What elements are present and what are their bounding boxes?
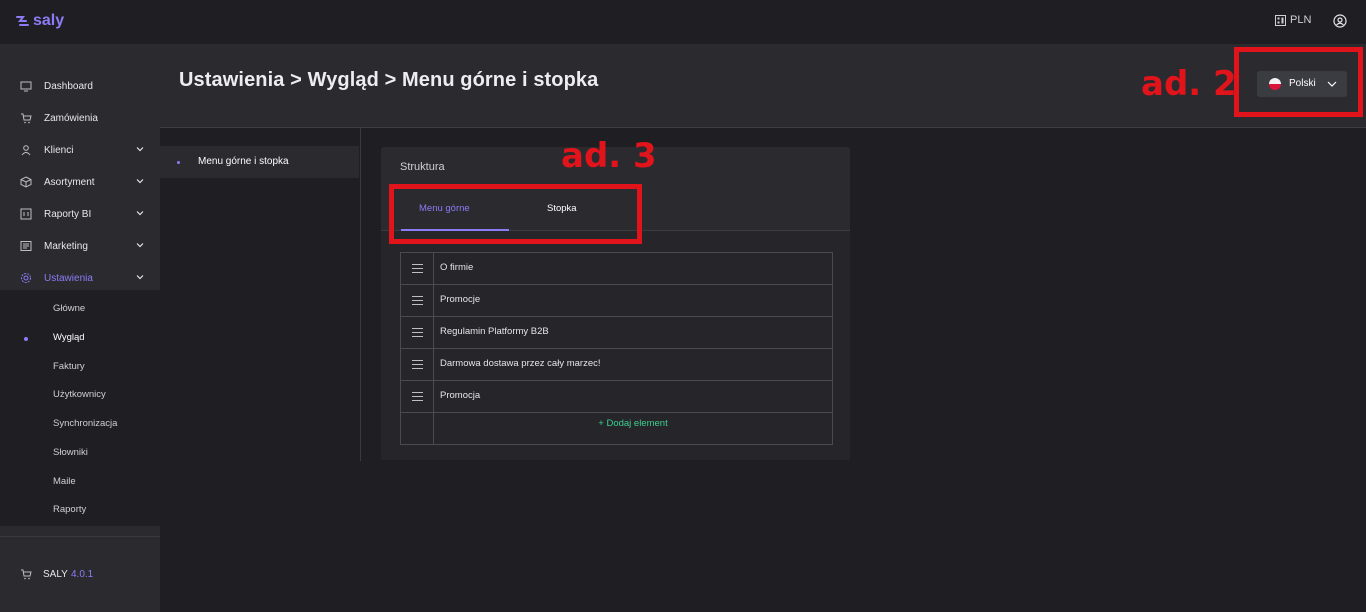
sidebar: Dashboard Zamówienia Klienci Asortyment …: [0, 44, 160, 612]
submenu-item-users[interactable]: Użytkownicy: [53, 389, 106, 400]
saly-logo[interactable]: saly: [16, 12, 64, 30]
submenu-item-sync[interactable]: Synchronizacja: [53, 418, 117, 429]
chevron-down-icon: [136, 147, 144, 152]
logo-text: saly: [33, 12, 65, 29]
submenu-item-appearance[interactable]: Wygląd: [53, 332, 85, 343]
list-item-label: Promocja: [440, 390, 481, 401]
currency-icon: [1275, 14, 1286, 26]
sidebar-item-orders[interactable]: Zamówienia: [0, 104, 160, 132]
list-item-label: Promocje: [440, 294, 481, 305]
app-name: SALY: [43, 568, 68, 580]
sidebar-item-dashboard[interactable]: Dashboard: [0, 72, 160, 100]
report-icon: [20, 208, 32, 220]
sidebar-item-marketing[interactable]: Marketing: [0, 232, 160, 260]
chevron-down-icon: [136, 243, 144, 248]
currency-selector[interactable]: PLN: [1275, 14, 1311, 26]
chevron-down-icon: [136, 275, 144, 280]
sidebar-item-label: Marketing: [44, 240, 88, 252]
annotation-label-ad2: ad. 2: [1141, 64, 1237, 104]
secondary-sidebar: Menu górne i stopka: [160, 127, 361, 461]
drag-handle-icon[interactable]: [401, 317, 434, 348]
cart-icon: [21, 113, 32, 124]
app-version: 4.0.1: [71, 568, 94, 580]
box-icon: [20, 176, 32, 188]
drag-handle-icon[interactable]: [401, 349, 434, 380]
newspaper-icon: [20, 241, 32, 251]
sidebar-item-settings[interactable]: Ustawienia: [0, 264, 160, 292]
sidebar-footer-version: SALY 4.0.1: [0, 560, 160, 588]
list-item[interactable]: O firmie: [401, 253, 832, 285]
list-item-label: O firmie: [440, 262, 474, 273]
menu-items-table: O firmie Promocje Regulamin Platformy B2…: [400, 252, 833, 445]
active-indicator: [177, 161, 180, 164]
sidebar-item-label: Raporty BI: [44, 208, 92, 220]
chevron-down-icon: [136, 179, 144, 184]
sidebar-item-label: Zamówienia: [44, 112, 98, 124]
top-bar: saly PLN: [0, 0, 1366, 44]
sidebar-item-label: Ustawienia: [44, 272, 93, 284]
sidebar-divider: [0, 536, 160, 537]
sidebar-item-reports-bi[interactable]: Raporty BI: [0, 200, 160, 228]
user-account-button[interactable]: [1333, 14, 1347, 33]
sidebar-item-label: Asortyment: [44, 176, 95, 188]
submenu-item-main[interactable]: Główne: [53, 303, 85, 314]
currency-label: PLN: [1290, 14, 1312, 26]
submenu-item-emails[interactable]: Maile: [53, 476, 76, 487]
list-item[interactable]: Promocje: [401, 285, 832, 317]
list-item[interactable]: Darmowa dostawa przez cały marzec!: [401, 349, 832, 381]
list-item[interactable]: Promocja: [401, 381, 832, 413]
gear-icon: [21, 273, 31, 283]
logo-mark-icon: [16, 16, 29, 26]
submenu-item-reports[interactable]: Raporty: [53, 504, 86, 515]
list-item-label: Regulamin Platformy B2B: [440, 326, 549, 337]
sidebar-item-assortment[interactable]: Asortyment: [0, 168, 160, 196]
sidebar-item-label: Dashboard: [44, 80, 93, 92]
list-item-label: Darmowa dostawa przez cały marzec!: [440, 358, 601, 369]
user-icon: [21, 145, 31, 156]
subsidebar-item-label: Menu górne i stopka: [198, 156, 289, 167]
drag-handle-icon[interactable]: [401, 285, 434, 316]
annotation-box-ad3: [389, 184, 642, 244]
page-title: Ustawienia > Wygląd > Menu górne i stopk…: [179, 69, 599, 91]
chevron-down-icon: [136, 211, 144, 216]
settings-submenu: Główne Wygląd Faktury Użytkownicy Synchr…: [0, 290, 160, 526]
add-element-row: + Dodaj element: [401, 413, 832, 444]
annotation-label-ad3: ad. 3: [561, 136, 657, 176]
drag-handle-icon[interactable]: [401, 381, 434, 412]
sidebar-item-clients[interactable]: Klienci: [0, 136, 160, 164]
list-item[interactable]: Regulamin Platformy B2B: [401, 317, 832, 349]
card-title: Struktura: [400, 161, 445, 173]
submenu-item-dictionaries[interactable]: Słowniki: [53, 447, 88, 458]
user-icon: [1333, 14, 1347, 28]
drag-handle-icon[interactable]: [401, 253, 434, 284]
subsidebar-item-top-menu-footer[interactable]: Menu górne i stopka: [160, 146, 359, 178]
active-indicator: [24, 337, 28, 341]
empty-handle-cell: [401, 413, 434, 444]
monitor-icon: [20, 81, 32, 92]
add-element-button[interactable]: + Dodaj element: [434, 413, 832, 444]
list-area: O firmie Promocje Regulamin Platformy B2…: [381, 231, 850, 460]
submenu-item-invoices[interactable]: Faktury: [53, 361, 85, 372]
sidebar-item-label: Klienci: [44, 144, 74, 156]
annotation-box-ad2: [1234, 47, 1363, 117]
cart-icon: [21, 569, 32, 580]
